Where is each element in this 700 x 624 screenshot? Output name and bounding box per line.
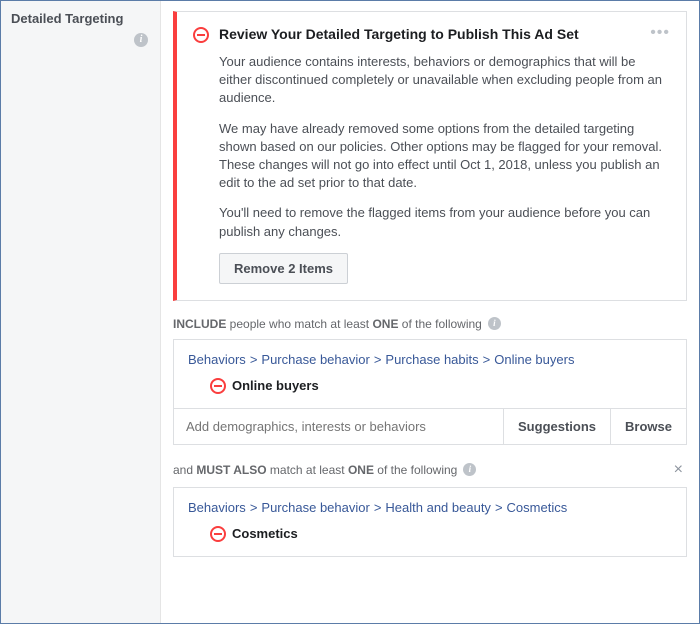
info-icon[interactable]: i <box>463 463 476 476</box>
review-alert: Review Your Detailed Targeting to Publis… <box>173 11 687 301</box>
breadcrumb-link[interactable]: Cosmetics <box>507 500 568 515</box>
info-icon[interactable]: i <box>134 33 148 47</box>
label-text: of the following <box>374 463 457 477</box>
label-text: of the following <box>398 317 481 331</box>
alert-paragraph: Your audience contains interests, behavi… <box>219 53 670 108</box>
label-text: and <box>173 463 196 477</box>
sidebar: Detailed Targeting i <box>1 1 161 623</box>
breadcrumb: Behaviors>Purchase behavior>Purchase hab… <box>188 352 672 367</box>
sidebar-title: Detailed Targeting <box>11 11 152 26</box>
targeting-input-row: Suggestions Browse <box>174 408 686 444</box>
breadcrumb-link[interactable]: Behaviors <box>188 500 246 515</box>
breadcrumb-link[interactable]: Behaviors <box>188 352 246 367</box>
label-one: ONE <box>372 317 398 331</box>
remove-items-button[interactable]: Remove 2 Items <box>219 253 348 284</box>
label-text: match at least <box>267 463 348 477</box>
breadcrumb-link[interactable]: Purchase behavior <box>261 500 369 515</box>
breadcrumb-link[interactable]: Purchase habits <box>385 352 478 367</box>
main-content: Review Your Detailed Targeting to Publis… <box>161 1 699 623</box>
alert-title: Review Your Detailed Targeting to Publis… <box>219 26 650 42</box>
include-content: Behaviors>Purchase behavior>Purchase hab… <box>174 340 686 408</box>
minus-circle-icon <box>193 27 209 43</box>
browse-button[interactable]: Browse <box>610 409 686 444</box>
flagged-item-name: Cosmetics <box>232 526 298 541</box>
include-section-label: INCLUDE people who match at least ONE of… <box>173 317 687 331</box>
flagged-item: Cosmetics <box>210 525 672 542</box>
flagged-item: Online buyers <box>210 377 672 394</box>
label-must-also: MUST ALSO <box>196 463 266 477</box>
label-text: people who match at least <box>226 317 372 331</box>
breadcrumb-link[interactable]: Health and beauty <box>385 500 491 515</box>
sidebar-info-wrap: i <box>11 30 152 47</box>
detailed-targeting-panel: Detailed Targeting i Review Your Detaile… <box>0 0 700 624</box>
also-targeting-box: Behaviors>Purchase behavior>Health and b… <box>173 487 687 557</box>
label-include: INCLUDE <box>173 317 226 331</box>
alert-paragraph: We may have already removed some options… <box>219 120 670 193</box>
minus-circle-icon[interactable] <box>210 378 226 394</box>
close-icon[interactable]: × <box>670 461 687 479</box>
minus-circle-icon[interactable] <box>210 526 226 542</box>
breadcrumb-link[interactable]: Purchase behavior <box>261 352 369 367</box>
add-targeting-input[interactable] <box>174 409 503 444</box>
also-section-label: and MUST ALSO match at least ONE of the … <box>173 461 687 479</box>
label-one: ONE <box>348 463 374 477</box>
more-options-icon[interactable]: ••• <box>650 26 670 40</box>
also-content: Behaviors>Purchase behavior>Health and b… <box>174 488 686 556</box>
breadcrumb: Behaviors>Purchase behavior>Health and b… <box>188 500 672 515</box>
suggestions-button[interactable]: Suggestions <box>503 409 610 444</box>
alert-header: Review Your Detailed Targeting to Publis… <box>193 26 670 43</box>
include-targeting-box: Behaviors>Purchase behavior>Purchase hab… <box>173 339 687 445</box>
alert-paragraph: You'll need to remove the flagged items … <box>219 204 670 240</box>
info-icon[interactable]: i <box>488 317 501 330</box>
flagged-item-name: Online buyers <box>232 378 319 393</box>
breadcrumb-link[interactable]: Online buyers <box>494 352 574 367</box>
